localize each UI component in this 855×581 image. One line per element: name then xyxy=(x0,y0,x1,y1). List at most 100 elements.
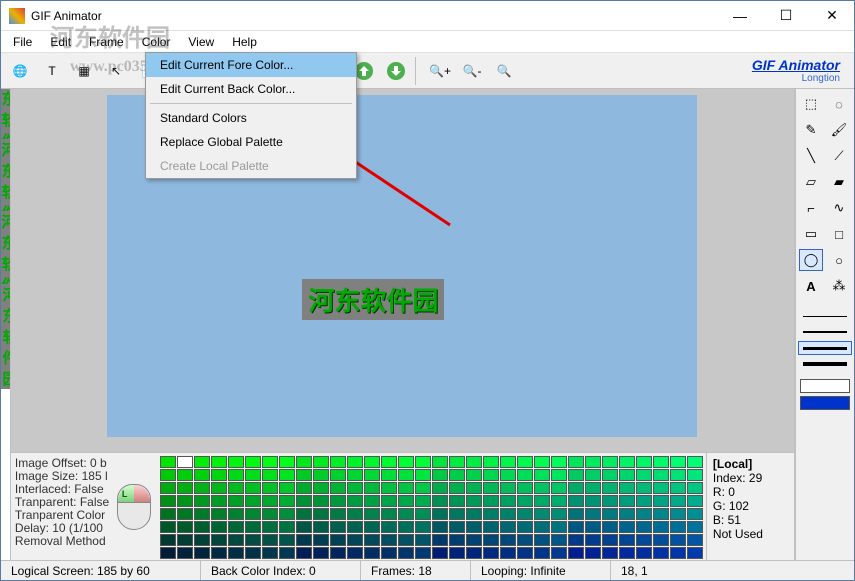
palette-cell[interactable] xyxy=(653,547,669,559)
palette-cell[interactable] xyxy=(636,534,652,546)
palette-cell[interactable] xyxy=(245,534,261,546)
fill-icon[interactable]: ▰ xyxy=(827,171,851,193)
palette-cell[interactable] xyxy=(194,456,210,468)
palette-cell[interactable] xyxy=(364,495,380,507)
palette-cell[interactable] xyxy=(500,495,516,507)
palette-cell[interactable] xyxy=(551,534,567,546)
palette-cell[interactable] xyxy=(585,495,601,507)
palette-cell[interactable] xyxy=(279,521,295,533)
palette-cell[interactable] xyxy=(330,534,346,546)
menu-color[interactable]: Color xyxy=(134,33,179,51)
palette-cell[interactable] xyxy=(500,469,516,481)
palette-cell[interactable] xyxy=(262,456,278,468)
palette-cell[interactable] xyxy=(245,508,261,520)
palette-cell[interactable] xyxy=(449,469,465,481)
palette-cell[interactable] xyxy=(653,495,669,507)
palette-cell[interactable] xyxy=(160,482,176,494)
pencil-icon[interactable]: ✎ xyxy=(799,119,823,141)
palette-cell[interactable] xyxy=(415,508,431,520)
palette-cell[interactable] xyxy=(313,547,329,559)
palette-cell[interactable] xyxy=(211,508,227,520)
palette-cell[interactable] xyxy=(347,469,363,481)
palette-cell[interactable] xyxy=(551,521,567,533)
palette-cell[interactable] xyxy=(585,482,601,494)
palette-cell[interactable] xyxy=(602,495,618,507)
text-tool-icon[interactable]: T xyxy=(37,56,67,86)
palette-cell[interactable] xyxy=(500,534,516,546)
palette-cell[interactable] xyxy=(245,456,261,468)
text-icon[interactable]: A xyxy=(799,275,823,297)
palette-cell[interactable] xyxy=(194,534,210,546)
palette-cell[interactable] xyxy=(551,495,567,507)
palette-cell[interactable] xyxy=(602,456,618,468)
palette-cell[interactable] xyxy=(313,534,329,546)
menu-help[interactable]: Help xyxy=(224,33,265,51)
pointer-icon[interactable]: ↖ xyxy=(101,56,131,86)
palette-cell[interactable] xyxy=(296,482,312,494)
palette-cell[interactable] xyxy=(194,482,210,494)
palette-cell[interactable] xyxy=(347,547,363,559)
palette-cell[interactable] xyxy=(364,456,380,468)
palette-cell[interactable] xyxy=(245,521,261,533)
palette-cell[interactable] xyxy=(687,547,703,559)
palette-cell[interactable] xyxy=(568,534,584,546)
palette-cell[interactable] xyxy=(262,482,278,494)
palette-cell[interactable] xyxy=(619,495,635,507)
palette-cell[interactable] xyxy=(364,482,380,494)
palette-cell[interactable] xyxy=(211,482,227,494)
palette-cell[interactable] xyxy=(347,456,363,468)
palette-cell[interactable] xyxy=(551,508,567,520)
palette-cell[interactable] xyxy=(245,482,261,494)
palette-cell[interactable] xyxy=(364,469,380,481)
palette-cell[interactable] xyxy=(398,469,414,481)
palette-cell[interactable] xyxy=(262,547,278,559)
palette-cell[interactable] xyxy=(568,495,584,507)
palette-cell[interactable] xyxy=(211,456,227,468)
brush-icon[interactable]: 🖌 xyxy=(827,119,851,141)
palette-cell[interactable] xyxy=(415,534,431,546)
palette-cell[interactable] xyxy=(653,534,669,546)
palette-cell[interactable] xyxy=(381,482,397,494)
palette-cell[interactable] xyxy=(500,521,516,533)
palette-cell[interactable] xyxy=(211,547,227,559)
palette-cell[interactable] xyxy=(466,469,482,481)
palette-cell[interactable] xyxy=(585,508,601,520)
palette-cell[interactable] xyxy=(670,469,686,481)
palette-cell[interactable] xyxy=(602,534,618,546)
palette-cell[interactable] xyxy=(534,547,550,559)
palette-cell[interactable] xyxy=(415,547,431,559)
palette-cell[interactable] xyxy=(602,547,618,559)
rect-outline-icon[interactable]: □ xyxy=(827,223,851,245)
palette-cell[interactable] xyxy=(483,521,499,533)
palette-cell[interactable] xyxy=(534,521,550,533)
canvas-area[interactable]: 河东软件园 xyxy=(11,89,794,452)
palette-cell[interactable] xyxy=(619,534,635,546)
palette-cell[interactable] xyxy=(432,469,448,481)
palette-cell[interactable] xyxy=(160,547,176,559)
palette-cell[interactable] xyxy=(568,547,584,559)
spray-icon[interactable]: ⁂ xyxy=(827,275,851,297)
lasso-icon[interactable]: ◌ xyxy=(827,93,851,115)
maximize-button[interactable]: ☐ xyxy=(772,6,800,26)
palette-cell[interactable] xyxy=(483,495,499,507)
palette-cell[interactable] xyxy=(313,469,329,481)
palette-cell[interactable] xyxy=(245,495,261,507)
palette-cell[interactable] xyxy=(211,534,227,546)
palette-cell[interactable] xyxy=(381,521,397,533)
back-color-swatch[interactable] xyxy=(800,396,850,410)
palette-cell[interactable] xyxy=(483,456,499,468)
palette-cell[interactable] xyxy=(279,547,295,559)
palette-cell[interactable] xyxy=(568,482,584,494)
palette-cell[interactable] xyxy=(432,547,448,559)
palette-cell[interactable] xyxy=(330,495,346,507)
palette-cell[interactable] xyxy=(177,456,193,468)
palette-cell[interactable] xyxy=(551,482,567,494)
palette-cell[interactable] xyxy=(296,508,312,520)
palette-cell[interactable] xyxy=(449,547,465,559)
palette-cell[interactable] xyxy=(432,521,448,533)
palette-cell[interactable] xyxy=(568,508,584,520)
palette-cell[interactable] xyxy=(177,482,193,494)
palette-cell[interactable] xyxy=(381,508,397,520)
palette-cell[interactable] xyxy=(483,508,499,520)
palette-cell[interactable] xyxy=(585,456,601,468)
